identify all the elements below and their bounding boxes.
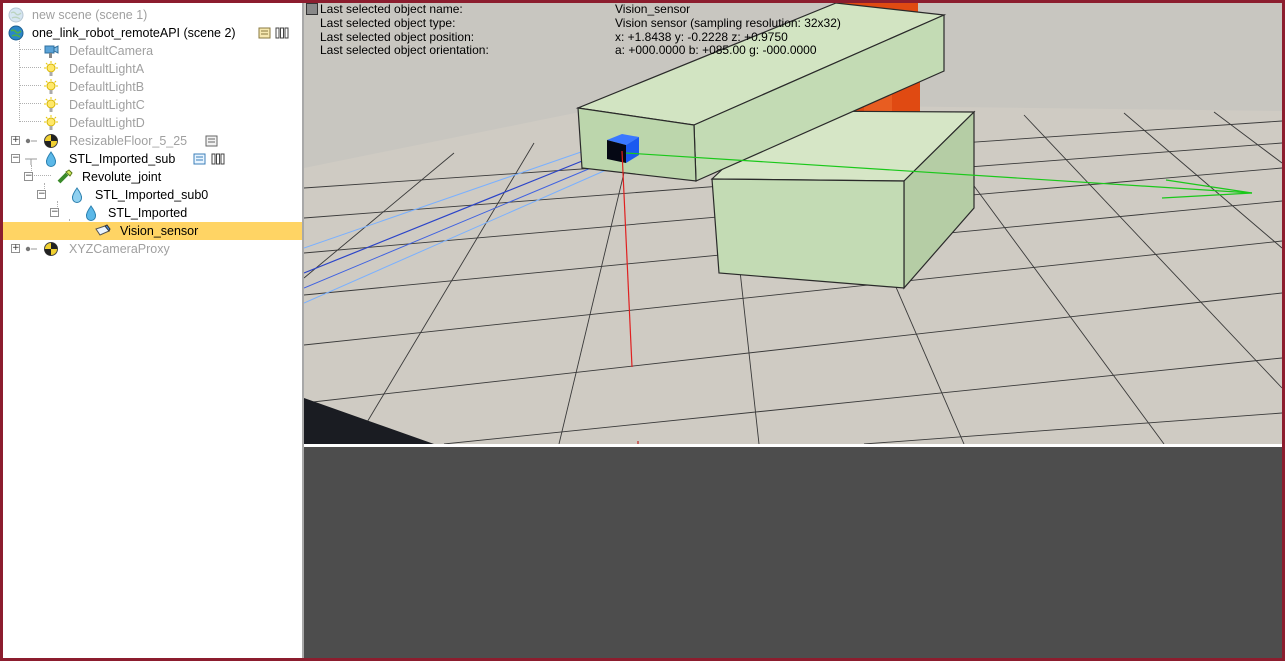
tree-item-label: STL_Imported [108,206,188,220]
script-icon[interactable] [193,152,207,166]
visibility-dot-icon[interactable] [24,134,38,148]
info-key: Last selected object type: [320,16,456,30]
threaded-script-icon[interactable] [275,26,289,40]
scene-hierarchy[interactable]: new scene (scene 1) one_link_robot_remot… [3,3,304,658]
collapse-toggle[interactable]: − [11,154,20,163]
tree-item-label: DefaultCamera [69,44,154,58]
dummy-icon [44,242,58,256]
light-bulb-icon [44,79,58,94]
lower-pane [304,444,1282,658]
globe-icon [8,7,24,23]
tree-item-label: DefaultLightC [69,98,145,112]
tree-item-default-camera[interactable]: DefaultCamera [3,42,302,60]
tree-item-label: STL_Imported_sub0 [95,188,209,202]
expand-toggle[interactable]: + [11,136,20,145]
tree-item-resizable-floor[interactable]: + ResizableFloor_5_25 [3,132,302,150]
tree-item-default-light-d[interactable]: DefaultLightD [3,114,302,132]
collapse-toggle[interactable]: − [37,190,46,199]
tree-item-stl-imported-sub[interactable]: − STL_Imported_sub [3,150,302,168]
info-toggle-icon[interactable] [306,3,318,15]
globe-icon [8,25,24,41]
script-icon[interactable] [258,26,272,40]
expand-toggle[interactable]: + [11,244,20,253]
shape-icon [71,187,83,203]
selection-info-overlay: Last selected object name: Vision_sensor… [304,3,1282,59]
joint-icon [57,169,73,184]
tree-item-default-light-a[interactable]: DefaultLightA [3,60,302,78]
threaded-script-icon[interactable] [211,152,225,166]
vision-sensor-icon [95,224,111,236]
tree-item-label: DefaultLightB [69,80,145,94]
light-bulb-icon [44,97,58,112]
shape-icon [45,151,57,167]
tree-item-scene-2[interactable]: one_link_robot_remoteAPI (scene 2) [3,24,302,42]
collapse-toggle[interactable]: − [24,172,33,181]
scene-render [304,3,1282,444]
light-bulb-icon [44,61,58,76]
tree-item-default-light-c[interactable]: DefaultLightC [3,96,302,114]
tree-item-label: new scene (scene 1) [32,8,148,22]
tree-item-xyz-camera-proxy[interactable]: + XYZCameraProxy [3,240,302,258]
tree-item-stl-imported-sub0[interactable]: − STL_Imported_sub0 [3,186,302,204]
scene-viewport[interactable]: Last selected object name: Vision_sensor… [304,3,1282,444]
tree-item-label: STL_Imported_sub [69,152,176,166]
tree-item-default-light-b[interactable]: DefaultLightB [3,78,302,96]
tree-item-stl-imported[interactable]: − STL_Imported [3,204,302,222]
tree-item-label: one_link_robot_remoteAPI (scene 2) [32,26,236,40]
visibility-dot-icon[interactable] [24,152,38,166]
info-value: Vision_sensor [615,3,691,16]
tree-item-label: ResizableFloor_5_25 [69,134,188,148]
visibility-dot-icon[interactable] [24,242,38,256]
collapse-toggle[interactable]: − [50,208,59,217]
tree-item-revolute-joint[interactable]: − Revolute_joint [3,168,302,186]
tree-item-label: Vision_sensor [120,224,199,238]
tree-item-label: DefaultLightA [69,62,145,76]
tree-item-label: DefaultLightD [69,116,145,130]
tree-item-label: Revolute_joint [82,170,162,184]
camera-icon [44,45,59,58]
info-value: a: +000.0000 b: +085.00 g: -000.0000 [615,43,817,57]
application-window: new scene (scene 1) one_link_robot_remot… [0,0,1285,661]
tree-item-new-scene[interactable]: new scene (scene 1) [3,6,302,24]
info-key: Last selected object name: [320,3,463,16]
light-bulb-icon [44,115,58,130]
info-key: Last selected object orientation: [320,43,489,57]
info-value: Vision sensor (sampling resolution: 32x3… [615,16,841,30]
script-icon[interactable] [205,134,219,148]
tree-item-label: XYZCameraProxy [69,242,170,256]
tree-item-vision-sensor[interactable]: Vision_sensor [3,222,302,240]
dummy-icon [44,134,58,148]
shape-icon [85,205,97,221]
